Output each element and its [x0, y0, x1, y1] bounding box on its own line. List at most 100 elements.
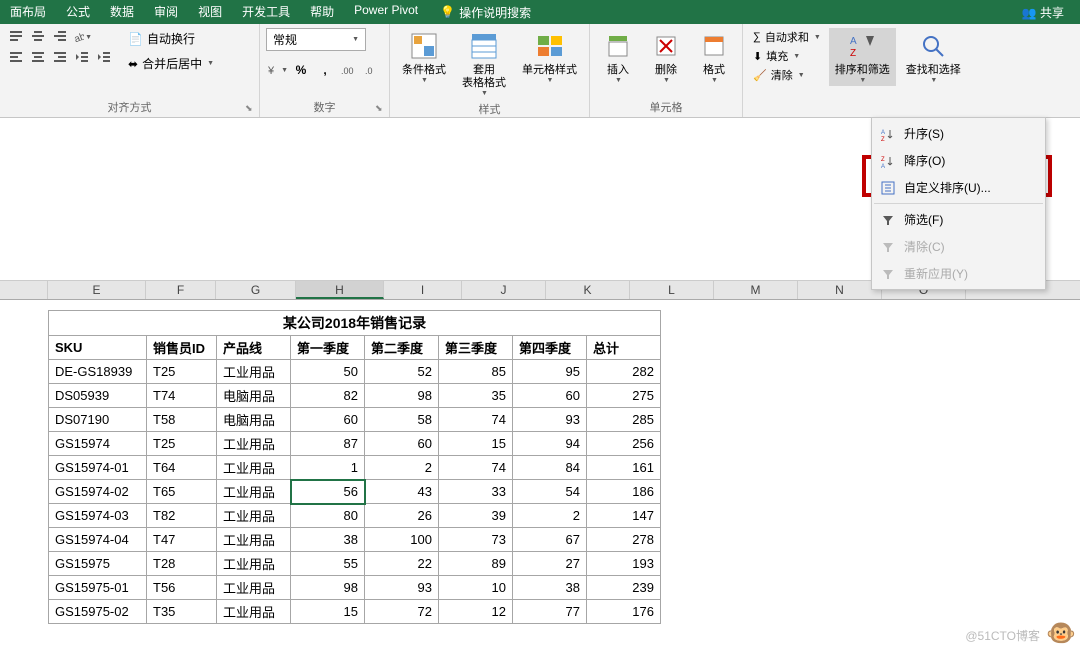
cell[interactable]: 84 [513, 456, 587, 480]
cell[interactable]: 72 [365, 600, 439, 624]
table-row[interactable]: GS15974-04T47工业用品381007367278 [49, 528, 661, 552]
cell[interactable]: GS15975-02 [49, 600, 147, 624]
cell[interactable]: 工业用品 [217, 432, 291, 456]
tell-me-search[interactable]: 💡 操作说明搜索 [440, 4, 531, 21]
align-middle-button[interactable] [28, 28, 48, 46]
decrease-indent-button[interactable] [72, 48, 92, 66]
format-as-table-button[interactable]: 套用 表格格式 ▼ [456, 28, 512, 99]
cell[interactable]: 93 [513, 408, 587, 432]
table-row[interactable]: GS15974-02T65工业用品56433354186 [49, 480, 661, 504]
table-row[interactable]: DE-GS18939T25工业用品50528595282 [49, 360, 661, 384]
cell[interactable]: T82 [147, 504, 217, 528]
clear-button[interactable]: 🧹清除▼ [749, 66, 825, 84]
cell[interactable]: 74 [439, 408, 513, 432]
cell[interactable]: GS15974 [49, 432, 147, 456]
cell[interactable]: 电脑用品 [217, 408, 291, 432]
cell[interactable]: 93 [365, 576, 439, 600]
cell[interactable]: 256 [587, 432, 661, 456]
cell[interactable]: 98 [365, 384, 439, 408]
increase-indent-button[interactable] [94, 48, 114, 66]
cell[interactable]: 285 [587, 408, 661, 432]
table-header[interactable]: 第三季度 [439, 336, 513, 360]
align-left-button[interactable] [6, 48, 26, 66]
cell[interactable]: T25 [147, 360, 217, 384]
table-header[interactable]: SKU [49, 336, 147, 360]
cell[interactable]: 工业用品 [217, 360, 291, 384]
cell[interactable]: 73 [439, 528, 513, 552]
table-row[interactable]: GS15974-03T82工业用品8026392147 [49, 504, 661, 528]
tab-review[interactable]: 审阅 [144, 0, 188, 24]
table-row[interactable]: GS15975-01T56工业用品98931038239 [49, 576, 661, 600]
cell[interactable]: 85 [439, 360, 513, 384]
format-button[interactable]: 格式 ▼ [692, 28, 736, 86]
cell[interactable]: 10 [439, 576, 513, 600]
cell[interactable]: 87 [291, 432, 365, 456]
cell[interactable]: 161 [587, 456, 661, 480]
cell[interactable]: 278 [587, 528, 661, 552]
cell[interactable]: 33 [439, 480, 513, 504]
cell[interactable]: 275 [587, 384, 661, 408]
col-header-F[interactable]: F [146, 281, 216, 299]
col-header-L[interactable]: L [630, 281, 714, 299]
cell[interactable]: 89 [439, 552, 513, 576]
autosum-button[interactable]: ∑自动求和▼ [749, 28, 825, 46]
cell[interactable]: T47 [147, 528, 217, 552]
cell[interactable]: T35 [147, 600, 217, 624]
col-header-G[interactable]: G [216, 281, 296, 299]
cell[interactable]: 38 [291, 528, 365, 552]
cell[interactable]: 77 [513, 600, 587, 624]
tab-view[interactable]: 视图 [188, 0, 232, 24]
cell[interactable]: T64 [147, 456, 217, 480]
cell[interactable]: 电脑用品 [217, 384, 291, 408]
merge-center-button[interactable]: ⬌ 合并后居中 ▼ [124, 53, 218, 74]
cell[interactable]: 239 [587, 576, 661, 600]
cell[interactable]: 60 [291, 408, 365, 432]
cell[interactable]: GS15975-01 [49, 576, 147, 600]
menu-filter[interactable]: 筛选(F) [874, 206, 1043, 233]
cell[interactable]: 82 [291, 384, 365, 408]
cell[interactable]: 67 [513, 528, 587, 552]
table-row[interactable]: GS15974-01T64工业用品127484161 [49, 456, 661, 480]
cell[interactable]: DS05939 [49, 384, 147, 408]
cell[interactable]: 147 [587, 504, 661, 528]
table-header[interactable]: 总计 [587, 336, 661, 360]
table-row[interactable]: GS15975T28工业用品55228927193 [49, 552, 661, 576]
cell[interactable]: 22 [365, 552, 439, 576]
cell[interactable]: 50 [291, 360, 365, 384]
cell[interactable]: DE-GS18939 [49, 360, 147, 384]
col-header-H[interactable]: H [296, 281, 384, 299]
cell[interactable]: 80 [291, 504, 365, 528]
align-top-button[interactable] [6, 28, 26, 46]
tab-devtools[interactable]: 开发工具 [232, 0, 300, 24]
cell[interactable]: T28 [147, 552, 217, 576]
table-header[interactable]: 第一季度 [291, 336, 365, 360]
wrap-text-button[interactable]: 📄 自动换行 [124, 28, 218, 49]
cell[interactable]: 100 [365, 528, 439, 552]
tab-layout[interactable]: 面布局 [0, 0, 56, 24]
menu-sort-asc[interactable]: AZ 升序(S) [874, 120, 1043, 147]
tab-powerpivot[interactable]: Power Pivot [344, 0, 428, 24]
cell-styles-button[interactable]: 单元格样式 ▼ [516, 28, 583, 86]
cell[interactable]: GS15974-04 [49, 528, 147, 552]
sort-filter-button[interactable]: AZ 排序和筛选 ▼ [829, 28, 896, 86]
cell[interactable]: 39 [439, 504, 513, 528]
cell[interactable]: 1 [291, 456, 365, 480]
find-select-button[interactable]: 查找和选择 ▼ [900, 28, 967, 86]
number-format-dropdown[interactable]: 常规 ▼ [266, 28, 366, 51]
cell[interactable]: T58 [147, 408, 217, 432]
comma-button[interactable]: , [314, 59, 336, 81]
col-header-N[interactable]: N [798, 281, 882, 299]
cell[interactable]: 工业用品 [217, 456, 291, 480]
cell[interactable]: T74 [147, 384, 217, 408]
cell[interactable]: 55 [291, 552, 365, 576]
table-row[interactable]: GS15975-02T35工业用品15721277176 [49, 600, 661, 624]
cell[interactable]: 工业用品 [217, 576, 291, 600]
cell[interactable]: 193 [587, 552, 661, 576]
cell[interactable]: 2 [365, 456, 439, 480]
cell[interactable]: 35 [439, 384, 513, 408]
cell[interactable]: 58 [365, 408, 439, 432]
cell[interactable]: 38 [513, 576, 587, 600]
cell[interactable]: 186 [587, 480, 661, 504]
cell[interactable]: 12 [439, 600, 513, 624]
cell[interactable]: 15 [439, 432, 513, 456]
